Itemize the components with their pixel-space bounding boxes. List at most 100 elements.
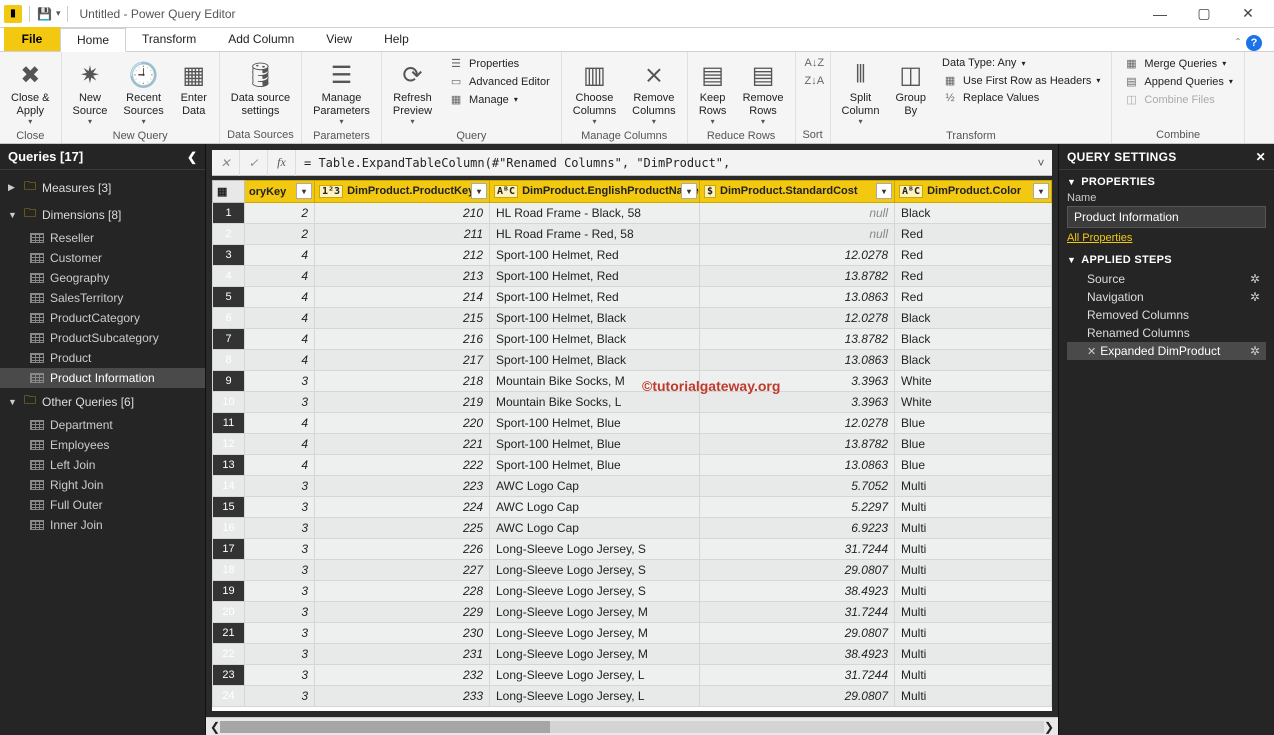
- applied-step[interactable]: Source✲: [1067, 270, 1266, 288]
- close-apply-button[interactable]: ✖ Close & Apply ▾: [4, 55, 57, 129]
- group-by-button[interactable]: ◫Group By: [888, 55, 933, 120]
- tab-file[interactable]: File: [4, 27, 60, 51]
- data-grid[interactable]: ▦ oryKey▾ 1²3DimProduct.ProductKey▾ AᴮCD…: [212, 180, 1052, 711]
- all-properties-link[interactable]: All Properties: [1067, 232, 1132, 244]
- remove-columns-button[interactable]: ⨯Remove Columns▾: [625, 55, 682, 129]
- table-row[interactable]: 134222Sport-100 Helmet, Blue13.0863Blue: [213, 455, 1052, 476]
- data-type-button[interactable]: Data Type: Any ▾: [935, 55, 1107, 71]
- first-row-headers-button[interactable]: ▦Use First Row as Headers ▾: [935, 72, 1107, 89]
- scroll-right-icon[interactable]: ❯: [1044, 720, 1054, 734]
- query-item[interactable]: Department: [0, 415, 205, 435]
- tab-help[interactable]: Help: [368, 27, 425, 51]
- query-item[interactable]: Product: [0, 348, 205, 368]
- query-item[interactable]: ProductSubcategory: [0, 328, 205, 348]
- filter-icon[interactable]: ▾: [681, 183, 697, 199]
- remove-rows-button[interactable]: ▤Remove Rows▾: [736, 55, 791, 129]
- table-row[interactable]: 213230Long-Sleeve Logo Jersey, M29.0807M…: [213, 623, 1052, 644]
- query-item[interactable]: Employees: [0, 435, 205, 455]
- table-row[interactable]: 233232Long-Sleeve Logo Jersey, L31.7244M…: [213, 665, 1052, 686]
- table-row[interactable]: 103219Mountain Bike Socks, L3.3963White: [213, 392, 1052, 413]
- query-name-input[interactable]: Product Information: [1067, 206, 1266, 228]
- close-settings-icon[interactable]: ✕: [1256, 150, 1266, 164]
- table-row[interactable]: 143223AWC Logo Cap5.7052Multi: [213, 476, 1052, 497]
- table-row[interactable]: 34212Sport-100 Helmet, Red12.0278Red: [213, 245, 1052, 266]
- table-row[interactable]: 124221Sport-100 Helmet, Blue13.8782Blue: [213, 434, 1052, 455]
- table-row[interactable]: 22211HL Road Frame - Red, 58nullRed: [213, 224, 1052, 245]
- filter-icon[interactable]: ▾: [471, 183, 487, 199]
- formula-cancel-button[interactable]: ✕: [212, 150, 240, 176]
- help-icon[interactable]: ?: [1246, 35, 1262, 51]
- query-item[interactable]: Geography: [0, 268, 205, 288]
- maximize-button[interactable]: ▢: [1182, 0, 1226, 28]
- filter-icon[interactable]: ▾: [876, 183, 892, 199]
- scroll-left-icon[interactable]: ❮: [210, 720, 220, 734]
- table-row[interactable]: 243233Long-Sleeve Logo Jersey, L29.0807M…: [213, 686, 1052, 707]
- folder-other-queries[interactable]: ▼🗀Other Queries [6]: [0, 388, 205, 415]
- properties-button[interactable]: ☰Properties: [441, 55, 557, 72]
- refresh-preview-button[interactable]: ⟳Refresh Preview▾: [386, 55, 439, 129]
- folder-measures[interactable]: ▶🗀Measures [3]: [0, 174, 205, 201]
- query-item[interactable]: Full Outer: [0, 495, 205, 515]
- query-item[interactable]: Customer: [0, 248, 205, 268]
- table-row[interactable]: 183227Long-Sleeve Logo Jersey, S29.0807M…: [213, 560, 1052, 581]
- split-column-button[interactable]: ⫴Split Column▾: [835, 55, 887, 129]
- choose-columns-button[interactable]: ▥Choose Columns▾: [566, 55, 623, 129]
- applied-step[interactable]: Renamed Columns: [1067, 324, 1266, 342]
- tab-view[interactable]: View: [310, 27, 368, 51]
- table-row[interactable]: 153224AWC Logo Cap5.2297Multi: [213, 497, 1052, 518]
- table-row[interactable]: 84217Sport-100 Helmet, Black13.0863Black: [213, 350, 1052, 371]
- scroll-thumb[interactable]: [220, 721, 550, 733]
- table-row[interactable]: 93218Mountain Bike Socks, M3.3963White: [213, 371, 1052, 392]
- close-window-button[interactable]: ✕: [1226, 0, 1270, 28]
- tab-transform[interactable]: Transform: [126, 27, 212, 51]
- manage-query-button[interactable]: ▦Manage ▾: [441, 91, 557, 108]
- keep-rows-button[interactable]: ▤Keep Rows▾: [692, 55, 734, 129]
- formula-expand-button[interactable]: ˅: [1030, 156, 1052, 170]
- query-item[interactable]: Left Join: [0, 455, 205, 475]
- table-row[interactable]: 173226Long-Sleeve Logo Jersey, S31.7244M…: [213, 539, 1052, 560]
- table-row[interactable]: 12210HL Road Frame - Black, 58nullBlack: [213, 203, 1052, 224]
- horizontal-scrollbar[interactable]: ❮ ❯: [206, 717, 1058, 735]
- query-item[interactable]: SalesTerritory: [0, 288, 205, 308]
- combine-files-button[interactable]: ◫Combine Files: [1116, 91, 1240, 108]
- table-row[interactable]: 203229Long-Sleeve Logo Jersey, M31.7244M…: [213, 602, 1052, 623]
- minimize-button[interactable]: —: [1138, 0, 1182, 28]
- append-queries-button[interactable]: ▤Append Queries ▾: [1116, 73, 1240, 90]
- table-row[interactable]: 64215Sport-100 Helmet, Black12.0278Black: [213, 308, 1052, 329]
- query-item[interactable]: Right Join: [0, 475, 205, 495]
- enter-data-button[interactable]: ▦Enter Data: [173, 55, 215, 120]
- save-icon[interactable]: 💾: [37, 7, 52, 21]
- tab-add-column[interactable]: Add Column: [212, 27, 310, 51]
- column-header-productkey[interactable]: 1²3DimProduct.ProductKey▾: [315, 181, 490, 203]
- filter-icon[interactable]: ▾: [1033, 183, 1049, 199]
- query-item[interactable]: Inner Join: [0, 515, 205, 535]
- replace-values-button[interactable]: ½Replace Values: [935, 90, 1107, 106]
- query-item[interactable]: Product Information: [0, 368, 205, 388]
- table-row[interactable]: 163225AWC Logo Cap6.9223Multi: [213, 518, 1052, 539]
- collapse-queries-icon[interactable]: ❮: [187, 150, 197, 164]
- formula-commit-button[interactable]: ✓: [240, 150, 268, 176]
- query-item[interactable]: ProductCategory: [0, 308, 205, 328]
- qat-dropdown-icon[interactable]: ▾: [56, 8, 61, 19]
- table-row[interactable]: 193228Long-Sleeve Logo Jersey, S38.4923M…: [213, 581, 1052, 602]
- advanced-editor-button[interactable]: ▭Advanced Editor: [441, 73, 557, 90]
- tab-home[interactable]: Home: [60, 28, 126, 52]
- delete-step-icon[interactable]: ✕: [1087, 346, 1096, 358]
- gear-icon[interactable]: ✲: [1250, 290, 1260, 304]
- row-index-header[interactable]: ▦: [213, 181, 245, 203]
- applied-step[interactable]: ✕Expanded DimProduct✲: [1067, 342, 1266, 360]
- manage-parameters-button[interactable]: ☰Manage Parameters▾: [306, 55, 377, 129]
- data-source-settings-button[interactable]: 🛢Data source settings: [224, 55, 297, 120]
- sort-desc-button[interactable]: Z↓A: [800, 73, 826, 89]
- table-row[interactable]: 54214Sport-100 Helmet, Red13.0863Red: [213, 287, 1052, 308]
- applied-step[interactable]: Removed Columns: [1067, 306, 1266, 324]
- applied-step[interactable]: Navigation✲: [1067, 288, 1266, 306]
- column-header-cost[interactable]: $DimProduct.StandardCost▾: [700, 181, 895, 203]
- formula-text[interactable]: = Table.ExpandTableColumn(#"Renamed Colu…: [296, 156, 1030, 170]
- gear-icon[interactable]: ✲: [1250, 272, 1260, 286]
- column-header-key[interactable]: oryKey▾: [245, 181, 315, 203]
- sort-asc-button[interactable]: A↓Z: [800, 55, 826, 71]
- new-source-button[interactable]: ✷New Source▾: [66, 55, 115, 129]
- table-row[interactable]: 223231Long-Sleeve Logo Jersey, M38.4923M…: [213, 644, 1052, 665]
- filter-icon[interactable]: ▾: [296, 183, 312, 199]
